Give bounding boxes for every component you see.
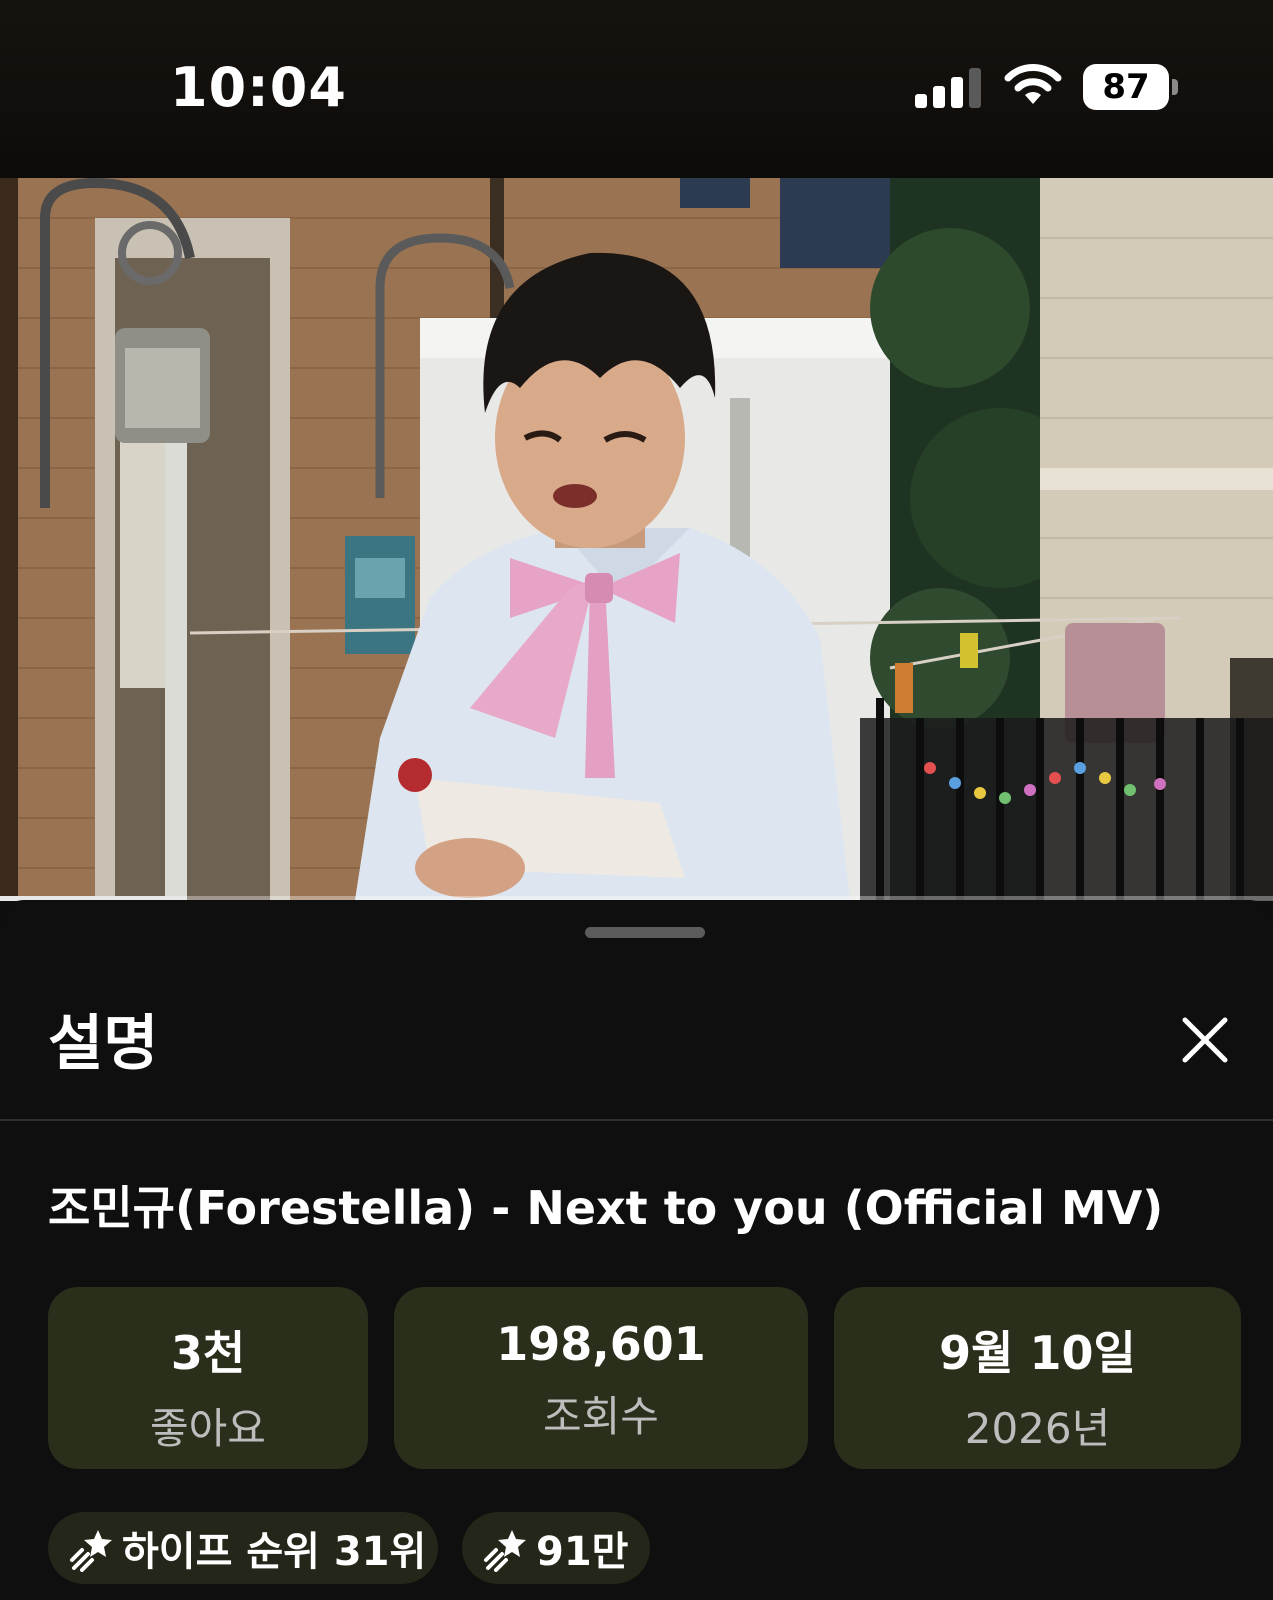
hype-points-chip[interactable]: 91만 <box>462 1512 650 1584</box>
sheet-divider <box>0 1119 1273 1121</box>
hype-rank-chip[interactable]: 하이프 순위 31위 <box>48 1512 438 1584</box>
stat-label: 2026년 <box>964 1404 1111 1453</box>
chip-label: 91만 <box>536 1529 629 1575</box>
status-bar: 10:04 87 <box>0 0 1273 178</box>
chip-label: 하이프 순위 31위 <box>122 1529 427 1575</box>
stat-card-date[interactable]: 9월 10일 2026년 <box>834 1287 1241 1469</box>
hype-icon <box>484 1530 526 1572</box>
battery-tip <box>1172 79 1178 95</box>
stat-value: 198,601 <box>496 1317 706 1371</box>
close-icon[interactable] <box>1175 1010 1235 1070</box>
stat-card-views[interactable]: 198,601 조회수 <box>394 1287 808 1469</box>
battery-icon: 87 <box>1083 64 1179 110</box>
video-player[interactable] <box>0 178 1273 900</box>
stat-value: 3천 <box>170 1326 246 1380</box>
description-sheet: 설명 <box>0 900 1273 1600</box>
wifi-icon <box>1004 64 1062 104</box>
status-time: 10:04 <box>170 56 347 119</box>
video-frame-image <box>0 178 1273 900</box>
stat-label: 조회수 <box>543 1392 659 1441</box>
sheet-title: 설명 <box>48 1009 159 1079</box>
stat-card-likes[interactable]: 3천 좋아요 <box>48 1287 368 1469</box>
battery-level: 87 <box>1102 67 1150 107</box>
hype-icon <box>70 1530 112 1572</box>
stat-value: 9월 10일 <box>939 1326 1136 1380</box>
screen: 10:04 87 설명 조민규(Forestella) - Next to yo… <box>0 0 1273 1600</box>
video-title: 조민규(Forestella) - Next to you (Official … <box>48 1181 1164 1235</box>
sheet-drag-handle[interactable] <box>585 927 705 938</box>
cellular-signal-icon <box>915 68 981 108</box>
stat-label: 좋아요 <box>150 1404 266 1453</box>
